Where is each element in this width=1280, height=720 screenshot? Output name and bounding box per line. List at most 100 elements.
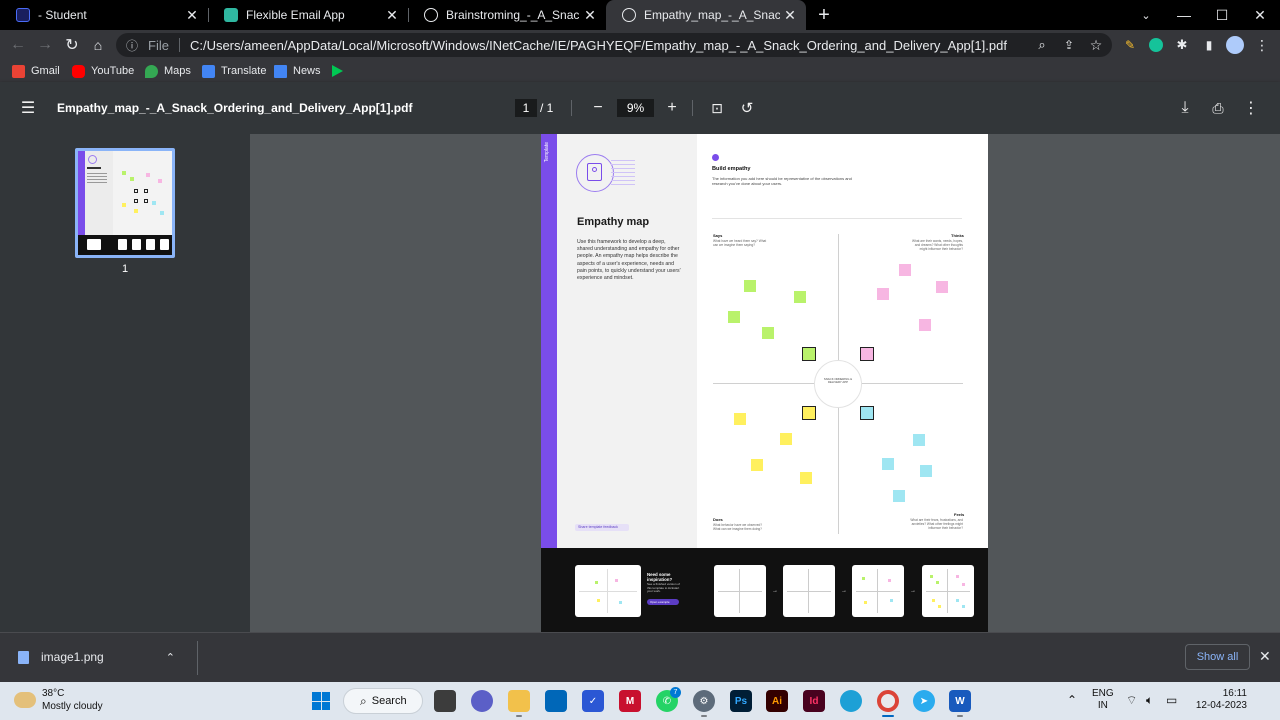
bookmark-label: News (293, 65, 321, 77)
back-button[interactable]: ← (7, 34, 29, 56)
telegram-icon[interactable]: ➤ (913, 690, 935, 712)
side-panel-icon[interactable]: ▮ (1198, 34, 1220, 56)
new-tab-button[interactable]: + (806, 0, 842, 30)
task-view-icon[interactable] (434, 690, 456, 712)
bookmark-maps[interactable]: Maps (145, 63, 191, 79)
illustrator-icon[interactable]: Ai (766, 690, 788, 712)
thinks-thought-icon (860, 347, 874, 361)
template-tag: Template (544, 142, 550, 163)
close-tab-icon[interactable]: ✕ (780, 7, 800, 24)
bookmark-youtube[interactable]: YouTube (72, 63, 134, 79)
bookmark-translate[interactable]: Translate (202, 63, 266, 79)
chrome-icon[interactable] (877, 690, 899, 712)
inspiration-subtext: See a finished version of this template … (647, 582, 680, 594)
reload-button[interactable]: ↻ (61, 34, 83, 56)
arrow-icon: → (772, 588, 778, 594)
clock[interactable]: 16:11 12-04-2023 (1193, 688, 1247, 712)
bookmark-label: YouTube (91, 65, 135, 77)
extension-edit-icon[interactable]: ✎ (1119, 34, 1141, 56)
language-indicator[interactable]: ENG IN (1092, 688, 1114, 712)
bookmark-star-icon[interactable]: ☆ (1085, 34, 1107, 56)
url-text[interactable]: C:/Users/ameen/AppData/Local/Microsoft/W… (190, 38, 1007, 53)
settings-gear-icon[interactable]: ⚙ (693, 690, 715, 712)
zoom-icon[interactable]: ⌕ (1031, 34, 1053, 56)
microsoft-store-icon[interactable] (545, 690, 567, 712)
close-download-bar-icon[interactable]: ✕ (1259, 648, 1271, 665)
volume-icon[interactable]: 🔈︎ (1146, 693, 1153, 708)
word-icon[interactable]: W (949, 690, 971, 712)
photoshop-icon[interactable]: Ps (730, 690, 752, 712)
arrow-icon: → (910, 588, 916, 594)
sticky-note (744, 280, 756, 292)
bookmark-play[interactable] (332, 63, 343, 79)
step-card-2 (783, 565, 835, 617)
tab-brainstorming[interactable]: Brainstroming_-_A_Snack_Orderi ✕ (408, 0, 606, 30)
says-label: Says (713, 233, 723, 238)
close-window-button[interactable]: ✕ (1242, 0, 1278, 30)
info-icon[interactable]: ⓘ (126, 37, 144, 54)
fit-page-icon[interactable]: ⊡ (707, 98, 727, 118)
download-item[interactable]: image1.png ⌃ (18, 650, 175, 664)
sidebar-menu-icon[interactable]: ☰ (18, 98, 38, 118)
chrome-menu-icon[interactable]: ⋮ (1251, 34, 1273, 56)
minimize-button[interactable]: — (1166, 0, 1202, 30)
teams-chat-icon[interactable] (471, 690, 493, 712)
sticky-note (893, 490, 905, 502)
zoom-out-button[interactable]: − (588, 98, 608, 118)
pdf-viewer[interactable]: Template Empathy map Use this framework … (250, 134, 1280, 632)
taskbar-search[interactable]: ⌕ Search (343, 688, 423, 714)
print-icon[interactable]: ⎙ (1208, 98, 1228, 118)
zoom-in-button[interactable]: + (662, 98, 682, 118)
mcafee-icon[interactable]: M (619, 690, 641, 712)
file-explorer-icon[interactable] (508, 690, 530, 712)
weather-widget[interactable]: 38°C Mostly cloudy (14, 687, 103, 713)
open-example-button[interactable]: Open example (647, 599, 679, 605)
more-options-icon[interactable]: ⋮ (1241, 98, 1261, 118)
maximize-button[interactable]: ☐ (1204, 0, 1240, 30)
sticky-note (877, 288, 889, 300)
extensions-puzzle-icon[interactable]: ✱ (1171, 34, 1193, 56)
windows-start-icon[interactable] (310, 690, 332, 712)
share-icon[interactable]: ⇪ (1058, 34, 1080, 56)
rotate-icon[interactable]: ↺ (737, 98, 757, 118)
wifi-icon[interactable]: ⌔ (1126, 693, 1137, 708)
profile-avatar[interactable] (1224, 34, 1246, 56)
sticky-note (936, 281, 948, 293)
close-tab-icon[interactable]: ✕ (382, 7, 402, 24)
does-subtitle: What behavior have we observed? What can… (713, 523, 763, 531)
bookmark-gmail[interactable]: Gmail (12, 63, 60, 79)
feels-heart-icon (860, 406, 874, 420)
page-number-input[interactable]: 1 (515, 99, 537, 117)
chevron-up-icon[interactable]: ⌃ (166, 651, 175, 664)
vs-code-icon[interactable]: ✓ (582, 690, 604, 712)
feels-subtitle: What are their fears, frustrations, and … (910, 518, 963, 530)
show-all-button[interactable]: Show all (1185, 644, 1250, 670)
feedback-link[interactable]: Share template feedback (575, 524, 629, 531)
example-card[interactable] (575, 565, 641, 617)
forward-button[interactable]: → (34, 34, 56, 56)
zoom-input[interactable]: 9% (617, 99, 654, 117)
battery-icon[interactable]: ▭ (1166, 693, 1177, 707)
page-thumbnail[interactable] (75, 148, 175, 258)
tab-empathy-map[interactable]: Empathy_map_-_A_Snack_Orderi ✕ (606, 0, 806, 30)
feels-label: Feels (954, 512, 965, 517)
tab-search-chevron-icon[interactable]: ⌄ (1128, 0, 1164, 30)
download-icon[interactable]: ⤓ (1175, 98, 1195, 118)
does-label: Does (713, 517, 723, 522)
tab-flexible-email[interactable]: Flexible Email App ✕ (208, 0, 408, 30)
home-button[interactable]: ⌂ (87, 34, 109, 56)
bookmark-news[interactable]: News (274, 63, 321, 79)
indesign-icon[interactable]: Id (803, 690, 825, 712)
close-tab-icon[interactable]: ✕ (182, 7, 202, 24)
pdf-toolbar: ☰ Empathy_map_-_A_Snack_Ordering_and_Del… (0, 82, 1280, 134)
download-bar: image1.png ⌃ Show all ✕ (0, 632, 1280, 682)
address-bar[interactable]: ⓘ File C:/Users/ameen/AppData/Local/Micr… (116, 33, 1112, 57)
grammarly-icon[interactable] (1145, 34, 1167, 56)
close-tab-icon[interactable]: ✕ (580, 7, 600, 24)
divider (712, 218, 962, 219)
tab-student[interactable]: - Student ✕ (0, 0, 208, 30)
edge-icon[interactable] (840, 690, 862, 712)
tab-strip: - Student ✕ Flexible Email App ✕ Brainst… (0, 0, 1280, 30)
show-hidden-icons-chevron-icon[interactable]: ⌃ (1067, 693, 1077, 707)
youtube-icon (72, 64, 85, 78)
